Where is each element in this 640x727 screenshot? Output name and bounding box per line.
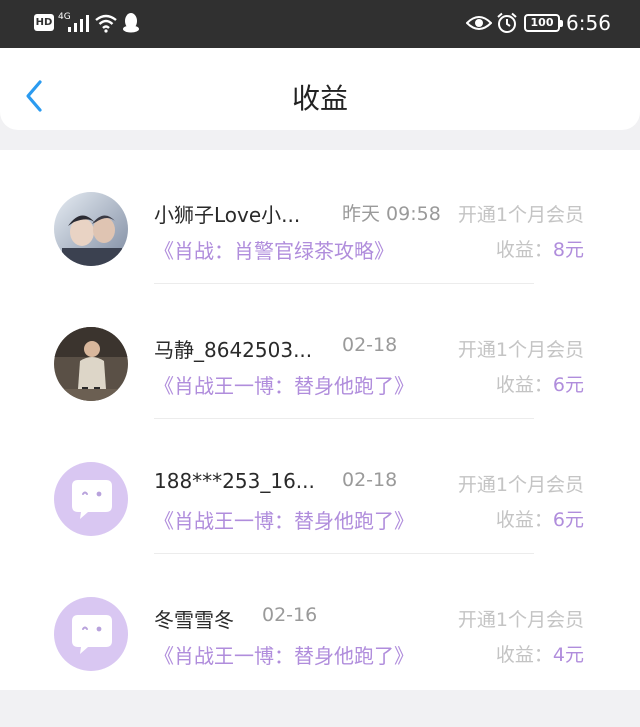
earnings-amount: 4元 (552, 644, 584, 666)
signal-icon (68, 15, 89, 32)
earnings-label: 收益： (495, 239, 553, 261)
user-name: 188***253_16... (154, 469, 315, 493)
list-item[interactable]: 马静_8642503... 02-18 开通1个月会员 《肖战王一博：替身他跑了… (0, 323, 640, 457)
chat-bubble-avatar-icon (72, 480, 112, 519)
earnings: 收益：6元 (496, 370, 584, 397)
eye-icon (466, 16, 492, 30)
book-title-link[interactable]: 《肖战王一博：替身他跑了》 (154, 505, 414, 534)
earnings: 收益：6元 (496, 505, 584, 532)
list-item[interactable]: 冬雪雪冬 02-16 开通1个月会员 《肖战王一博：替身他跑了》 收益：4元 (0, 593, 640, 727)
timestamp: 02-18 (342, 334, 398, 356)
earnings-label: 收益： (495, 644, 553, 666)
earnings-amount: 8元 (552, 239, 584, 261)
user-name: 冬雪雪冬 (154, 608, 234, 632)
membership-type: 开通1个月会员 (457, 474, 584, 496)
timestamp: 昨天 09:58 (342, 203, 441, 225)
earnings-label: 收益： (495, 374, 553, 396)
book-title-link[interactable]: 《肖战：肖警官绿茶攻略》 (154, 235, 394, 264)
membership-type: 开通1个月会员 (457, 609, 584, 631)
hd-badge: HD (34, 14, 54, 31)
user-avatar (54, 327, 128, 401)
earnings: 收益：8元 (496, 235, 584, 262)
user-name: 马静_8642503... (154, 338, 313, 362)
earnings-list: 小狮子Love小... 昨天 09:58 开通1个月会员 《肖战：肖警官绿茶攻略… (0, 150, 640, 690)
status-bar: HD 4G 100 6:56 (0, 0, 640, 48)
membership-type: 开通1个月会员 (457, 204, 584, 226)
divider (154, 283, 534, 284)
book-title-link[interactable]: 《肖战王一博：替身他跑了》 (154, 370, 414, 399)
chat-bubble-avatar-icon (72, 615, 112, 654)
user-avatar (54, 192, 128, 266)
user-avatar (54, 597, 128, 671)
wifi-icon (95, 14, 117, 33)
divider (154, 418, 534, 419)
earnings-amount: 6元 (552, 374, 584, 396)
earnings-amount: 6元 (552, 509, 584, 531)
qq-penguin-icon (123, 13, 139, 33)
list-item[interactable]: 小狮子Love小... 昨天 09:58 开通1个月会员 《肖战：肖警官绿茶攻略… (0, 188, 640, 322)
clock-time: 6:56 (566, 11, 611, 35)
user-name: 小狮子Love小... (154, 203, 301, 227)
timestamp: 02-18 (342, 469, 398, 491)
earnings: 收益：4元 (496, 640, 584, 667)
membership-type: 开通1个月会员 (457, 339, 584, 361)
photo-avatar-icon (54, 192, 128, 266)
earnings-label: 收益： (495, 509, 553, 531)
page-title: 收益 (291, 82, 348, 115)
divider (154, 553, 534, 554)
battery-indicator: 100 (524, 14, 563, 32)
alarm-clock-icon (497, 12, 517, 33)
list-item[interactable]: 188***253_16... 02-18 开通1个月会员 《肖战王一博：替身他… (0, 458, 640, 592)
photo-avatar-icon (54, 327, 128, 401)
book-title-link[interactable]: 《肖战王一博：替身他跑了》 (154, 640, 414, 669)
timestamp: 02-16 (262, 604, 318, 626)
page-header: 收益 (0, 48, 640, 130)
user-avatar (54, 462, 128, 536)
